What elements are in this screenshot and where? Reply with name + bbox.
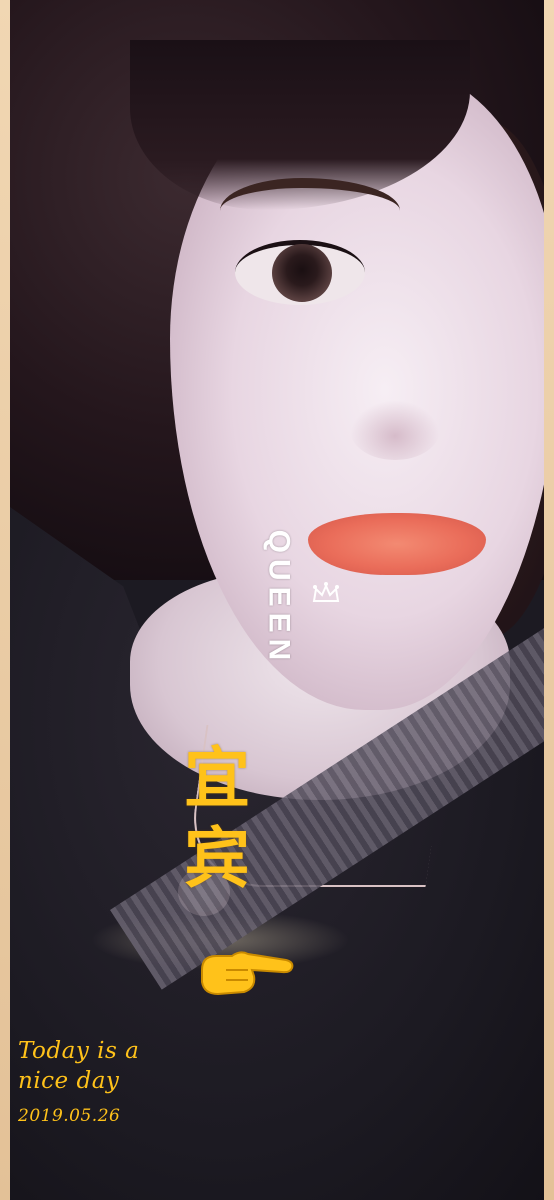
caption-date: 2019.05.26	[18, 1106, 121, 1126]
queen-sticker: QUEEN	[253, 528, 303, 668]
caption-line-1: Today is a	[18, 1038, 140, 1064]
lips	[308, 513, 486, 575]
pointing-hand-icon	[201, 951, 294, 996]
crown-icon	[312, 582, 340, 602]
queen-label: QUEEN	[262, 529, 295, 667]
nose	[350, 400, 440, 460]
name-text: 宜宾	[184, 739, 250, 897]
caption: Today is a nice day 2019.05.26	[18, 1036, 278, 1128]
iris	[272, 244, 332, 302]
caption-line-2: nice day	[18, 1068, 120, 1094]
